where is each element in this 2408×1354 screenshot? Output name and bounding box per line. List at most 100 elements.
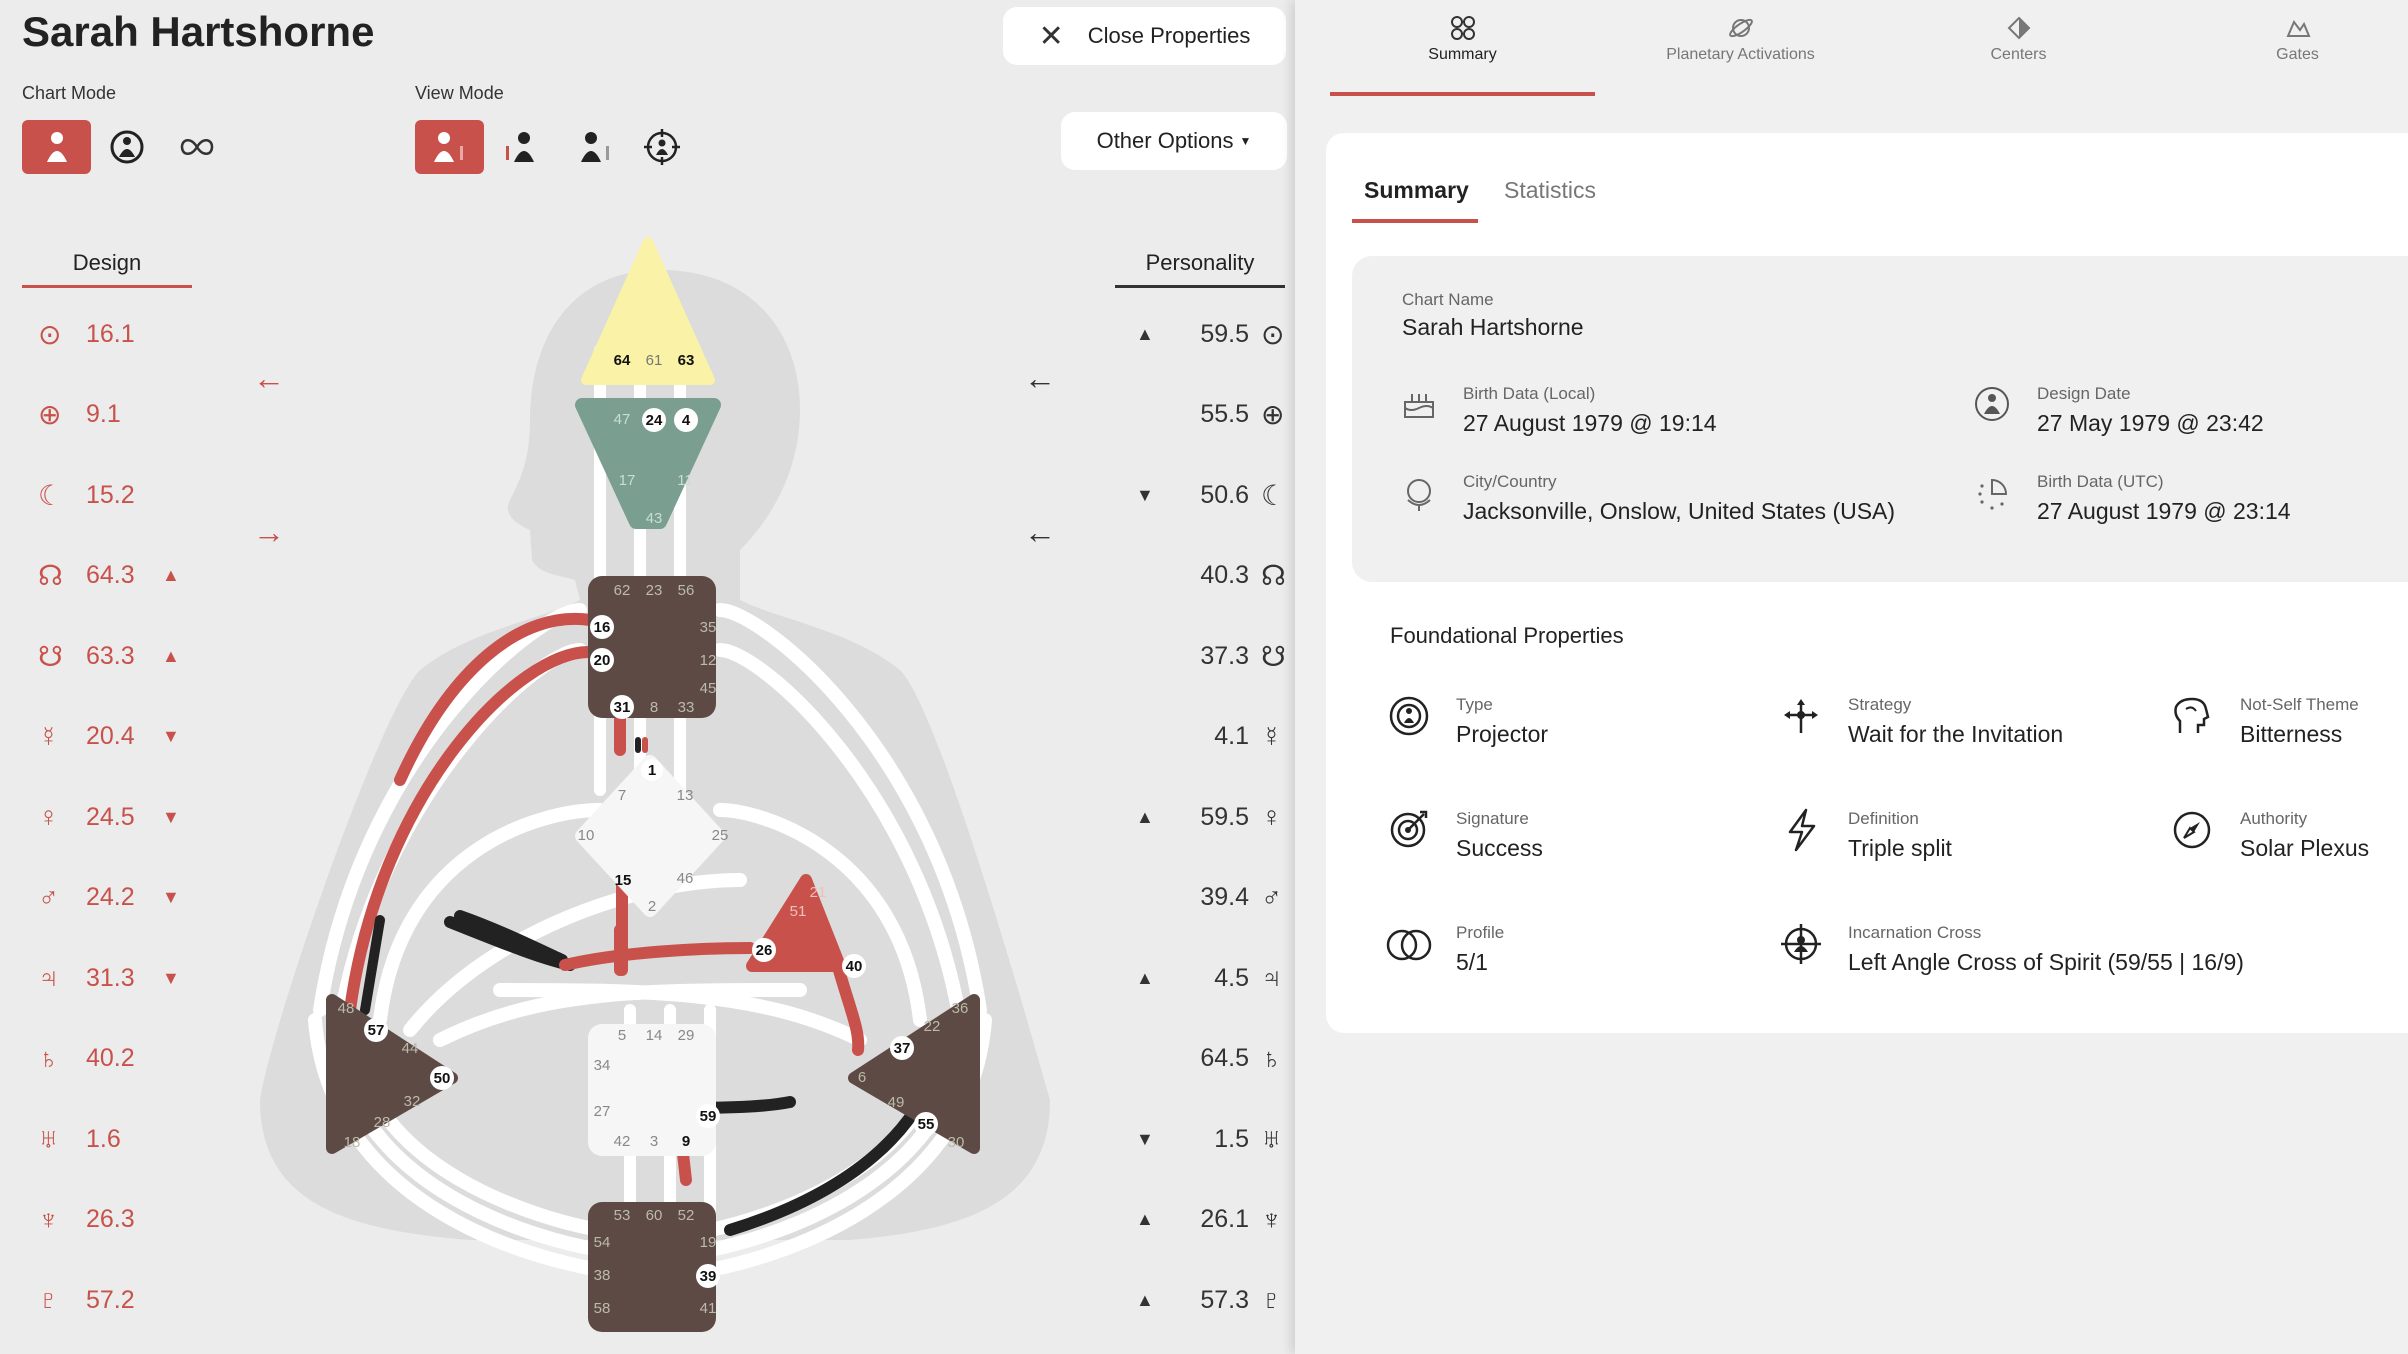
personality-value: 59.5	[1200, 319, 1249, 348]
personality-value: 59.5	[1200, 802, 1249, 831]
gate-7: 7	[618, 787, 626, 804]
type-value: Projector	[1456, 721, 1549, 747]
tab-summary[interactable]: Summary	[1330, 0, 1595, 96]
bodygraph: 64 61 63 47 24 4 17 11 43 62 23 56 16 35…	[260, 237, 1050, 1332]
personality-row-uranus[interactable]: ▼ 1.5 ♅	[1136, 1119, 1282, 1159]
design-row-mars[interactable]: ♂ 24.2 ▼	[38, 878, 180, 918]
personality-row-pluto[interactable]: ▲ 57.3 ♇	[1136, 1280, 1282, 1320]
design-row-mercury[interactable]: ☿ 20.4 ▼	[38, 717, 180, 757]
projector-type-icon	[1389, 696, 1429, 736]
close-properties-label: Close Properties	[1087, 23, 1251, 48]
personality-row-earth[interactable]: 55.5 ⊕	[1136, 395, 1284, 435]
design-value: 57.2	[86, 1285, 135, 1314]
personality-row-sun[interactable]: ▲ 59.5 ⊙	[1136, 314, 1284, 354]
personality-row-mercury[interactable]: 4.1 ☿	[1136, 717, 1282, 757]
other-options-label: Other Options	[1096, 128, 1234, 153]
tab-gates[interactable]: Gates	[2165, 0, 2408, 96]
personality-column-label: Personality	[1145, 250, 1255, 275]
gate-28: 28	[374, 1114, 391, 1131]
personality-value: 26.1	[1200, 1205, 1249, 1233]
gate-11: 11	[677, 472, 693, 489]
view-mode-personality-button[interactable]	[560, 120, 629, 174]
view-mode-design-button[interactable]	[485, 120, 554, 174]
mars-icon: ♂	[38, 881, 59, 913]
personality-row-south-node[interactable]: 37.3 ☋	[1136, 636, 1286, 676]
design-row-saturn[interactable]: ♄ 40.2	[38, 1039, 162, 1079]
person-personality-icon	[580, 132, 609, 162]
design-marker: ▲	[162, 565, 180, 585]
gate-34: 34	[594, 1057, 611, 1074]
design-value: 26.3	[86, 1205, 135, 1233]
personality-row-mars[interactable]: 39.4 ♂	[1136, 878, 1282, 918]
jupiter-icon: ♃	[38, 962, 59, 993]
design-row-north-node[interactable]: ☊ 64.3 ▲	[38, 556, 180, 596]
gate-29: 29	[678, 1027, 695, 1044]
gate-17: 17	[619, 472, 636, 489]
subtab-statistics[interactable]: Statistics	[1504, 177, 1596, 204]
personality-value: 4.1	[1214, 722, 1249, 750]
gate-40: 40	[846, 958, 863, 975]
gate-61: 61	[646, 352, 663, 369]
birthday-cake-icon	[1404, 394, 1434, 418]
venus-icon: ♀	[1261, 801, 1282, 832]
strategy-value: Wait for the Invitation	[1848, 721, 2064, 747]
view-mode-label: View Mode	[415, 83, 504, 103]
utc-clock-icon	[1978, 478, 2008, 510]
definition-value: Triple split	[1848, 835, 1952, 861]
design-row-earth[interactable]: ⊕ 9.1	[38, 395, 162, 435]
tab-planetary-activations[interactable]: Planetary Activations	[1608, 0, 1873, 96]
personality-row-moon[interactable]: ▼ 50.6 ☾	[1136, 475, 1286, 515]
gate-60: 60	[646, 1207, 663, 1224]
personality-row-jupiter[interactable]: ▲ 4.5 ♃	[1136, 958, 1282, 998]
chart-mode-infinity-button[interactable]	[162, 120, 231, 174]
design-row-jupiter[interactable]: ♃ 31.3 ▼	[38, 958, 180, 998]
personality-value: 64.5	[1200, 1044, 1249, 1072]
planet-icon	[1728, 18, 1753, 38]
chart-mode-circle-button[interactable]	[92, 120, 161, 174]
tab-centers[interactable]: Centers	[1886, 0, 2151, 96]
personality-row-neptune[interactable]: ▲ 26.1 ♆	[1136, 1200, 1282, 1240]
chart-mode-person-button[interactable]	[22, 120, 91, 174]
gate-58: 58	[594, 1300, 611, 1317]
gate-26: 26	[756, 942, 773, 959]
south-node-icon: ☋	[1261, 640, 1286, 672]
gate-18: 18	[344, 1134, 361, 1151]
neptune-icon: ♆	[1261, 1203, 1282, 1235]
design-row-venus[interactable]: ♀ 24.5 ▼	[38, 797, 180, 837]
design-row-sun[interactable]: ⊙ 16.1	[38, 314, 162, 354]
personality-value: 1.5	[1214, 1124, 1249, 1153]
design-value: 31.3	[86, 963, 135, 992]
view-mode-target-button[interactable]	[627, 120, 696, 174]
chart-name-label: Chart Name	[1402, 290, 1494, 309]
gate-63: 63	[678, 352, 695, 369]
design-row-pluto[interactable]: ♇ 57.2	[38, 1280, 162, 1320]
design-date-value: 27 May 1979 @ 23:42	[2037, 410, 2264, 436]
properties-tabs: Summary Planetary Activations Centers Ga…	[1330, 0, 2408, 96]
strategy-icon	[1784, 699, 1818, 733]
design-value: 64.3	[86, 561, 135, 589]
gate-21: 21	[810, 884, 827, 901]
personality-row-venus[interactable]: ▲ 59.5 ♀	[1136, 797, 1282, 837]
personality-row-north-node[interactable]: 40.3 ☊	[1136, 556, 1286, 596]
authority-label: Authority	[2240, 809, 2308, 828]
view-mode-both-button[interactable]	[415, 120, 484, 174]
birth-utc-label: Birth Data (UTC)	[2037, 472, 2164, 491]
personality-row-saturn[interactable]: 64.5 ♄	[1136, 1039, 1282, 1079]
close-properties-button[interactable]: ✕ Close Properties	[1003, 7, 1286, 65]
subtab-summary[interactable]: Summary	[1364, 177, 1469, 204]
design-row-south-node[interactable]: ☋ 63.3 ▲	[38, 636, 180, 676]
gate-10: 10	[578, 827, 595, 844]
gate-49: 49	[888, 1094, 905, 1111]
design-row-neptune[interactable]: ♆ 26.3	[38, 1200, 162, 1240]
profile-value: 5/1	[1456, 949, 1488, 975]
design-row-moon[interactable]: ☾ 15.2	[38, 475, 162, 515]
gate-36: 36	[952, 1000, 969, 1017]
other-options-dropdown[interactable]: Other Options ▼	[1061, 112, 1287, 170]
gate-52: 52	[678, 1207, 695, 1224]
not-self-head-icon	[2174, 697, 2210, 733]
personality-marker: ▲	[1136, 967, 1154, 988]
gate-56: 56	[678, 582, 695, 599]
personality-column-header: Personality	[1115, 250, 1285, 288]
design-row-uranus[interactable]: ♅ 1.6	[38, 1119, 162, 1159]
gate-1: 1	[648, 762, 656, 779]
